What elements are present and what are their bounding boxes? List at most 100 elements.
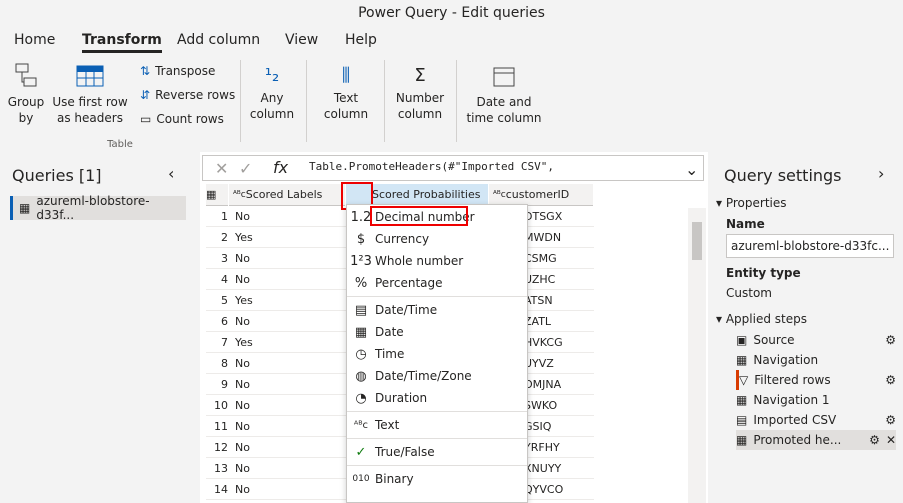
menu-item-binary[interactable]: 010 Binary: [347, 468, 527, 490]
customer-id-cell[interactable]: CSMG: [524, 252, 557, 265]
chevron-down-icon[interactable]: ⌄: [685, 160, 698, 179]
scored-label-cell[interactable]: No: [235, 483, 250, 496]
query-item[interactable]: ▦ azureml-blobstore-d33f...: [10, 194, 186, 222]
date-time-column-label: Date and time column: [466, 95, 542, 125]
customer-id-cell[interactable]: YRFHY: [524, 441, 560, 454]
scored-label-cell[interactable]: No: [235, 441, 250, 454]
vertical-scrollbar[interactable]: [688, 208, 706, 503]
step-filtered-rows[interactable]: ▽ Filtered rows ⚙: [736, 370, 896, 390]
step-navigation-1[interactable]: ▦ Navigation 1: [736, 390, 896, 410]
menu-item-date-time-zone[interactable]: ◍ Date/Time/Zone: [347, 365, 527, 387]
scored-label-cell[interactable]: No: [235, 420, 250, 433]
reverse-rows-icon: ⇵: [140, 88, 151, 102]
column-header-scored-labels[interactable]: ᴬᴮc Scored Labels: [229, 184, 345, 206]
scored-label-cell[interactable]: No: [235, 399, 250, 412]
customer-id-cell[interactable]: SWKO: [524, 399, 557, 412]
name-label: Name: [726, 217, 765, 231]
scored-label-cell[interactable]: Yes: [235, 231, 253, 244]
gear-icon[interactable]: ⚙: [885, 413, 896, 427]
step-imported-csv[interactable]: ▤ Imported CSV ⚙: [736, 410, 896, 430]
menu-item-percentage[interactable]: % Percentage: [347, 272, 527, 294]
customer-id-cell[interactable]: UZHC: [524, 273, 555, 286]
tab-home[interactable]: Home: [14, 32, 55, 48]
table-icon: ▦: [736, 433, 748, 447]
menu-item-label: Date/Time: [375, 303, 438, 317]
customer-id-cell[interactable]: ATSN: [524, 294, 553, 307]
window-title: Power Query - Edit queries: [358, 5, 545, 21]
menu-item-whole-number[interactable]: 1²3 Whole number: [347, 250, 527, 272]
tab-transform[interactable]: Transform: [82, 32, 162, 53]
gear-icon[interactable]: ⚙: [885, 333, 896, 347]
customer-id-cell[interactable]: OMJNA: [524, 378, 561, 391]
commit-icon[interactable]: ✓: [239, 159, 252, 178]
tab-add-column[interactable]: Add column: [177, 32, 260, 48]
table-icon: ▦: [19, 201, 31, 215]
menu-item-date[interactable]: ▦ Date: [347, 321, 527, 343]
menu-item-label: Currency: [375, 232, 430, 246]
tab-help[interactable]: Help: [345, 32, 377, 48]
menu-item-date-time[interactable]: ▤ Date/Time: [347, 299, 527, 321]
column-header-customer-id[interactable]: ᴬᴮc customerID: [489, 184, 593, 206]
menu-item-time[interactable]: ◷ Time: [347, 343, 527, 365]
customer-id-cell[interactable]: GSIQ: [524, 420, 551, 433]
date-time-icon: ▤: [354, 302, 368, 318]
ribbon-divider: [456, 60, 457, 142]
formula-bar[interactable]: ✕ ✓ fx Table.PromoteHeaders(#"Imported C…: [202, 155, 704, 181]
table-menu-button[interactable]: ▦: [206, 184, 228, 206]
any-column-button[interactable]: ¹₂ Any column: [244, 62, 300, 122]
table-icon: ▦: [736, 353, 748, 367]
number-column-button[interactable]: Σ Number column: [390, 62, 450, 122]
name-field[interactable]: azureml-blobstore-d33fc...: [726, 234, 894, 258]
close-icon[interactable]: ✕: [886, 433, 896, 447]
row-number: 7: [221, 336, 228, 349]
scored-label-cell[interactable]: Yes: [235, 294, 253, 307]
applied-steps-label: Applied steps: [725, 312, 807, 326]
percent-icon: %: [354, 275, 368, 291]
count-rows-button[interactable]: ▭ Count rows: [140, 112, 224, 126]
menu-item-duration[interactable]: ◔ Duration: [347, 387, 527, 409]
step-source[interactable]: ▣ Source ⚙: [736, 330, 896, 350]
applied-steps-header[interactable]: ▾ Applied steps: [716, 312, 807, 326]
text-column-button[interactable]: ⫼ Text column: [316, 62, 376, 122]
group-by-button[interactable]: Group by: [6, 62, 46, 126]
customer-id-cell[interactable]: DTSGX: [524, 210, 562, 223]
customer-id-cell[interactable]: UYVZ: [524, 357, 554, 370]
tab-view[interactable]: View: [285, 32, 318, 48]
properties-header[interactable]: ▾ Properties: [716, 196, 787, 210]
transpose-button[interactable]: ⇅ Transpose: [140, 64, 215, 78]
use-first-row-button[interactable]: Use first row as headers: [48, 62, 132, 126]
row-number: 11: [214, 420, 228, 433]
scored-label-cell[interactable]: No: [235, 252, 250, 265]
menu-item-currency[interactable]: $ Currency: [347, 228, 527, 250]
step-navigation[interactable]: ▦ Navigation: [736, 350, 896, 370]
source-icon: ▣: [736, 333, 748, 347]
scored-label-cell[interactable]: No: [235, 462, 250, 475]
customer-id-cell[interactable]: MWDN: [524, 231, 561, 244]
scored-label-cell[interactable]: No: [235, 315, 250, 328]
scored-label-cell[interactable]: No: [235, 210, 250, 223]
calendar-icon: [493, 67, 515, 87]
collapse-chevron-icon[interactable]: ›: [878, 164, 884, 183]
ribbon: Group by Use first row as headers ⇅ Trans…: [0, 56, 903, 150]
customer-id-cell[interactable]: XNUYY: [524, 462, 561, 475]
menu-item-text[interactable]: ᴬᴮc Text: [347, 414, 527, 436]
scored-label-cell[interactable]: Yes: [235, 336, 253, 349]
column-header-label: customerID: [505, 188, 570, 201]
scored-label-cell[interactable]: No: [235, 357, 250, 370]
gear-icon[interactable]: ⚙: [885, 373, 896, 387]
group-by-label: Group by: [7, 95, 45, 125]
step-promoted-headers[interactable]: ▦ Promoted he... ⚙ ✕: [736, 430, 896, 450]
scored-label-cell[interactable]: No: [235, 378, 250, 391]
formula-text[interactable]: Table.PromoteHeaders(#"Imported CSV",: [309, 160, 554, 173]
cancel-icon[interactable]: ✕: [215, 159, 228, 178]
customer-id-cell[interactable]: ZATL: [524, 315, 551, 328]
queries-title: Queries [1]: [12, 166, 102, 185]
reverse-rows-button[interactable]: ⇵ Reverse rows: [140, 88, 235, 102]
customer-id-cell[interactable]: HVKCG: [524, 336, 563, 349]
gear-icon[interactable]: ⚙: [869, 433, 880, 447]
date-time-column-button[interactable]: Date and time column: [462, 62, 546, 126]
menu-item-true-false[interactable]: ✓ True/False: [347, 441, 527, 463]
customer-id-cell[interactable]: QYVCO: [524, 483, 563, 496]
collapse-chevron-icon[interactable]: ‹: [168, 164, 174, 183]
scored-label-cell[interactable]: No: [235, 273, 250, 286]
